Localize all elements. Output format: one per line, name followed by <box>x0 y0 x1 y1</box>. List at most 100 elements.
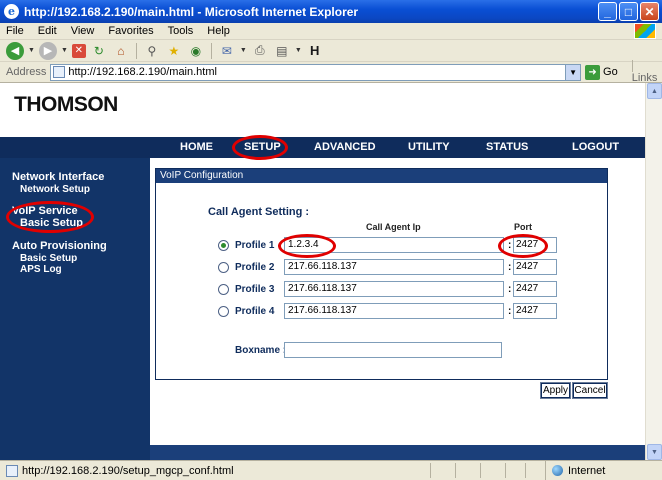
thomson-logo: THOMSON <box>14 93 118 116</box>
col-header-port: Port <box>514 222 532 232</box>
nav-home[interactable]: HOME <box>180 141 213 153</box>
toolbar: ◀ ▼ ▶ ▼ ✕ ↻ ⌂ ⚲ ★ ◉ ✉ ▼ ⎙ ▤ ▼ H <box>0 40 662 62</box>
go-arrow-icon: ➜ <box>585 64 601 80</box>
address-input[interactable]: http://192.168.2.190/main.html ▼ <box>50 63 582 81</box>
profile-1-port-field[interactable]: 2427 <box>513 237 557 253</box>
search-icon[interactable]: ⚲ <box>143 42 161 60</box>
apply-button[interactable]: Apply <box>540 382 571 399</box>
favorites-icon[interactable]: ★ <box>165 42 183 60</box>
profile-1-ip-field[interactable]: 1.2.3.4 <box>284 237 504 253</box>
menu-favorites[interactable]: Favorites <box>108 25 153 37</box>
window-title: http://192.168.2.190/main.html - Microso… <box>24 4 359 19</box>
profile-4-colon: : <box>508 306 512 317</box>
hh-icon[interactable]: H <box>306 42 324 60</box>
profile-2-ip-field[interactable]: 217.66.118.137 <box>284 259 504 275</box>
menu-view[interactable]: View <box>71 25 95 37</box>
profile-3-radio[interactable] <box>218 284 229 295</box>
ie-logo-icon: e <box>4 4 19 19</box>
nav-setup[interactable]: SETUP <box>244 141 281 153</box>
zone-label: Internet <box>568 464 606 477</box>
menu-bar: File Edit View Favorites Tools Help <box>0 23 662 40</box>
nav-utility[interactable]: UTILITY <box>408 141 450 153</box>
back-icon[interactable]: ◀ <box>6 41 24 60</box>
profile-2-colon: : <box>508 262 512 273</box>
home-icon[interactable]: ⌂ <box>112 42 130 60</box>
scroll-down-icon[interactable]: ▼ <box>647 444 662 460</box>
top-nav: HOME SETUP ADVANCED UTILITY STATUS LOGOU… <box>150 137 645 158</box>
col-header-ip: Call Agent Ip <box>366 222 421 232</box>
profile-1-radio[interactable] <box>218 240 229 251</box>
edit-icon[interactable]: ▤ <box>273 42 291 60</box>
status-bar: http://192.168.2.190/setup_mgcp_conf.htm… <box>0 460 662 480</box>
profile-4-label: Profile 4 <box>235 306 275 317</box>
boxname-label: Boxname : <box>235 345 287 356</box>
status-divider <box>455 463 456 478</box>
go-label: Go <box>603 66 618 78</box>
media-icon[interactable]: ◉ <box>187 42 205 60</box>
footer-bar <box>150 445 645 460</box>
boxname-field[interactable] <box>284 342 502 358</box>
profile-3-port-field[interactable]: 2427 <box>513 281 557 297</box>
profile-2-radio[interactable] <box>218 262 229 273</box>
profile-2-port-field[interactable]: 2427 <box>513 259 557 275</box>
voip-config-panel: VoIP Configuration Call Agent Setting : … <box>155 168 608 380</box>
refresh-icon[interactable]: ↻ <box>90 42 108 60</box>
side-nav-aps-log[interactable]: APS Log <box>20 264 62 275</box>
security-zone: Internet <box>545 461 605 480</box>
address-bar: Address http://192.168.2.190/main.html ▼… <box>0 60 662 84</box>
nav-advanced[interactable]: ADVANCED <box>314 141 376 153</box>
side-nav-auto-provisioning[interactable]: Auto Provisioning <box>12 240 107 252</box>
profile-3-label: Profile 3 <box>235 284 275 295</box>
forward-icon[interactable]: ▶ <box>38 41 57 60</box>
links-button[interactable]: Links <box>631 60 662 84</box>
profile-2-label: Profile 2 <box>235 262 275 273</box>
side-nav-network-setup[interactable]: Network Setup <box>20 184 90 195</box>
menu-tools[interactable]: Tools <box>168 25 194 37</box>
close-button[interactable]: ✕ <box>640 2 659 21</box>
side-nav-ap-basic-setup[interactable]: Basic Setup <box>20 253 77 264</box>
cancel-button[interactable]: Cancel <box>572 382 608 399</box>
menu-edit[interactable]: Edit <box>38 25 57 37</box>
mail-icon[interactable]: ✉ <box>218 42 236 60</box>
toolbar-divider <box>210 42 212 59</box>
status-divider <box>505 463 506 478</box>
call-agent-setting-title: Call Agent Setting : <box>208 206 310 218</box>
menu-help[interactable]: Help <box>207 25 230 37</box>
minimize-button[interactable]: _ <box>598 2 617 21</box>
menu-file[interactable]: File <box>6 25 24 37</box>
windows-flag-icon <box>634 23 656 39</box>
status-url: http://192.168.2.190/setup_mgcp_conf.htm… <box>22 464 234 477</box>
print-icon[interactable]: ⎙ <box>251 42 269 60</box>
profile-1-colon: : <box>508 240 512 251</box>
go-button[interactable]: ➜ Go <box>585 64 618 80</box>
side-nav-network-interface[interactable]: Network Interface <box>12 171 104 183</box>
side-nav: Network Interface Network Setup VoIP Ser… <box>0 158 150 460</box>
status-divider <box>525 463 526 478</box>
status-divider <box>430 463 431 478</box>
page-viewport: THOMSON Network Interface Network Setup … <box>0 83 662 460</box>
forward-dropdown-icon[interactable]: ▼ <box>61 47 68 54</box>
profile-4-ip-field[interactable]: 217.66.118.137 <box>284 303 504 319</box>
globe-icon <box>552 465 563 476</box>
side-nav-basic-setup[interactable]: Basic Setup <box>20 217 83 229</box>
vertical-scrollbar[interactable]: ▲ ▼ <box>645 83 662 460</box>
nav-logout[interactable]: LOGOUT <box>572 141 619 153</box>
profile-4-port-field[interactable]: 2427 <box>513 303 557 319</box>
nav-status[interactable]: STATUS <box>486 141 528 153</box>
page-icon <box>53 66 66 78</box>
edit-dropdown-icon[interactable]: ▼ <box>295 47 302 54</box>
profile-3-ip-field[interactable]: 217.66.118.137 <box>284 281 504 297</box>
profile-1-label: Profile 1 <box>235 240 275 251</box>
stop-icon[interactable]: ✕ <box>71 43 86 58</box>
status-page-icon <box>6 464 18 477</box>
panel-title: VoIP Configuration <box>156 169 607 183</box>
address-dropdown-icon[interactable]: ▼ <box>565 64 581 80</box>
back-dropdown-icon[interactable]: ▼ <box>28 47 35 54</box>
window-titlebar: e http://192.168.2.190/main.html - Micro… <box>0 0 662 23</box>
profile-4-radio[interactable] <box>218 306 229 317</box>
address-url: http://192.168.2.190/main.html <box>68 66 217 78</box>
side-nav-voip-service[interactable]: VoIP Service <box>12 205 78 217</box>
scroll-up-icon[interactable]: ▲ <box>647 83 662 99</box>
mail-dropdown-icon[interactable]: ▼ <box>240 47 247 54</box>
maximize-button[interactable]: □ <box>619 2 638 21</box>
